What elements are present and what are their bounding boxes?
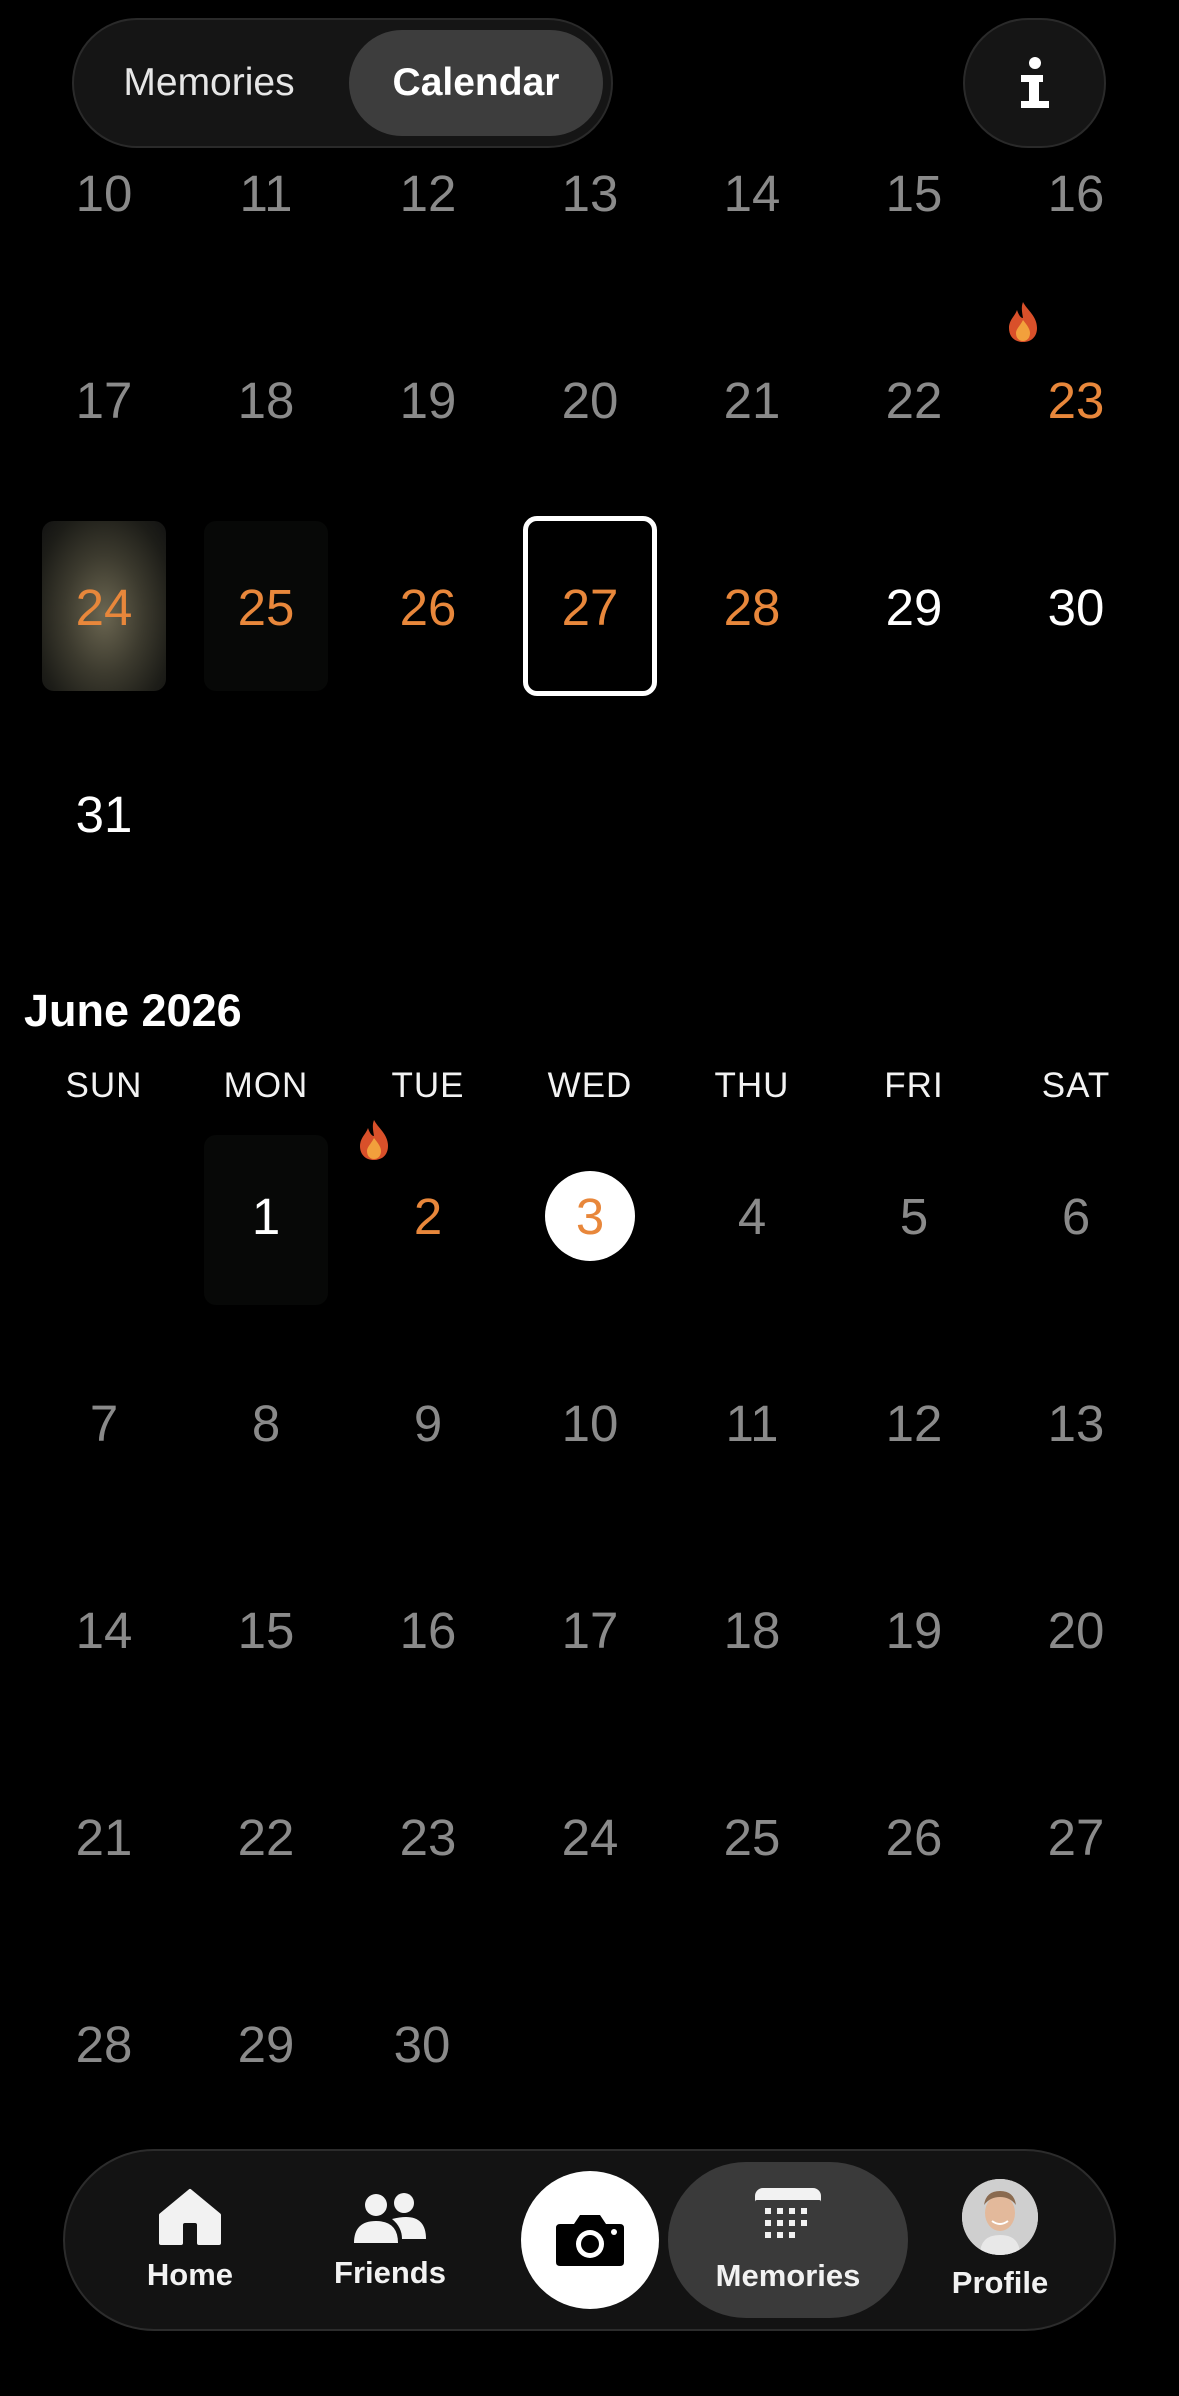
month-title: June 2026	[24, 985, 242, 1036]
camera-button[interactable]	[521, 2171, 659, 2309]
day-jun-8[interactable]: 8	[185, 1383, 347, 1463]
day-may-21[interactable]: 21	[671, 360, 833, 440]
day-may-28[interactable]: 28	[671, 567, 833, 647]
day-jun-2[interactable]: 2	[347, 1176, 509, 1256]
day-jun-1[interactable]: 1	[185, 1176, 347, 1256]
weekday-tue: TUE	[391, 1066, 465, 1105]
day-may-19[interactable]: 19	[347, 360, 509, 440]
weekday-fri: FRI	[884, 1066, 944, 1105]
streak-fire-icon	[360, 1120, 388, 1160]
day-may-29[interactable]: 29	[833, 567, 995, 647]
day-may-15[interactable]: 15	[833, 153, 995, 233]
day-jun-29[interactable]: 29	[185, 2004, 347, 2084]
day-may-11[interactable]: 11	[185, 153, 347, 233]
day-jun-10[interactable]: 10	[509, 1383, 671, 1463]
day-jun-20[interactable]: 20	[995, 1590, 1157, 1670]
tab-friends-label: Friends	[334, 2255, 446, 2290]
info-button[interactable]	[963, 18, 1106, 148]
day-jun-15[interactable]: 15	[185, 1590, 347, 1670]
weekday-thu: THU	[714, 1066, 790, 1105]
tab-home[interactable]: Home	[125, 2151, 255, 2329]
day-jun-6[interactable]: 6	[995, 1176, 1157, 1256]
day-jun-16[interactable]: 16	[347, 1590, 509, 1670]
day-may-31[interactable]: 31	[23, 774, 185, 854]
day-may-18[interactable]: 18	[185, 360, 347, 440]
day-may-27[interactable]: 27	[509, 567, 671, 647]
day-jun-24[interactable]: 24	[509, 1797, 671, 1877]
tab-memories-label: Memories	[715, 2258, 861, 2293]
bottom-tab-bar: Home Friends Memories Profile	[63, 2149, 1116, 2331]
day-jun-19[interactable]: 19	[833, 1590, 995, 1670]
day-jun-12[interactable]: 12	[833, 1383, 995, 1463]
day-jun-21[interactable]: 21	[23, 1797, 185, 1877]
day-jun-23[interactable]: 23	[347, 1797, 509, 1877]
weekday-sat: SAT	[1041, 1066, 1111, 1105]
day-jun-5[interactable]: 5	[833, 1176, 995, 1256]
segment-memories[interactable]: Memories	[84, 30, 334, 136]
weekday-sun: SUN	[65, 1066, 143, 1105]
tab-profile-label: Profile	[951, 2265, 1049, 2300]
day-jun-14[interactable]: 14	[23, 1590, 185, 1670]
day-may-13[interactable]: 13	[509, 153, 671, 233]
day-jun-17[interactable]: 17	[509, 1590, 671, 1670]
day-may-12[interactable]: 12	[347, 153, 509, 233]
day-may-24[interactable]: 24	[23, 567, 185, 647]
day-jun-13[interactable]: 13	[995, 1383, 1157, 1463]
day-may-25[interactable]: 25	[185, 567, 347, 647]
tab-memories[interactable]: Memories	[668, 2162, 908, 2318]
day-may-22[interactable]: 22	[833, 360, 995, 440]
day-jun-22[interactable]: 22	[185, 1797, 347, 1877]
day-may-30[interactable]: 30	[995, 567, 1157, 647]
day-jun-3[interactable]: 3	[509, 1176, 671, 1256]
camera-icon	[556, 2215, 624, 2266]
tab-profile[interactable]: Profile	[925, 2151, 1075, 2329]
day-jun-27[interactable]: 27	[995, 1797, 1157, 1877]
weekday-wed: WED	[547, 1066, 633, 1105]
segment-calendar[interactable]: Calendar	[349, 30, 603, 136]
tab-friends[interactable]: Friends	[315, 2151, 465, 2329]
friends-icon	[354, 2193, 426, 2243]
weekday-mon: MON	[223, 1066, 309, 1105]
day-jun-4[interactable]: 4	[671, 1176, 833, 1256]
home-icon	[159, 2189, 221, 2245]
day-may-20[interactable]: 20	[509, 360, 671, 440]
day-jun-18[interactable]: 18	[671, 1590, 833, 1670]
day-jun-25[interactable]: 25	[671, 1797, 833, 1877]
tab-home-label: Home	[146, 2257, 234, 2292]
streak-fire-icon	[1009, 302, 1037, 342]
day-jun-7[interactable]: 7	[23, 1383, 185, 1463]
day-may-23[interactable]: 23	[995, 360, 1157, 440]
avatar	[962, 2179, 1038, 2255]
day-jun-30[interactable]: 30	[341, 2004, 503, 2084]
day-may-16[interactable]: 16	[995, 153, 1157, 233]
day-jun-26[interactable]: 26	[833, 1797, 995, 1877]
day-may-26[interactable]: 26	[347, 567, 509, 647]
day-jun-28[interactable]: 28	[23, 2004, 185, 2084]
day-may-10[interactable]: 10	[23, 153, 185, 233]
day-may-14[interactable]: 14	[671, 153, 833, 233]
day-jun-11[interactable]: 11	[671, 1383, 833, 1463]
calendar-icon	[755, 2188, 821, 2246]
view-segmented-control: Memories Calendar	[72, 18, 613, 148]
day-jun-9[interactable]: 9	[347, 1383, 509, 1463]
info-icon	[1020, 57, 1049, 108]
day-may-17[interactable]: 17	[23, 360, 185, 440]
